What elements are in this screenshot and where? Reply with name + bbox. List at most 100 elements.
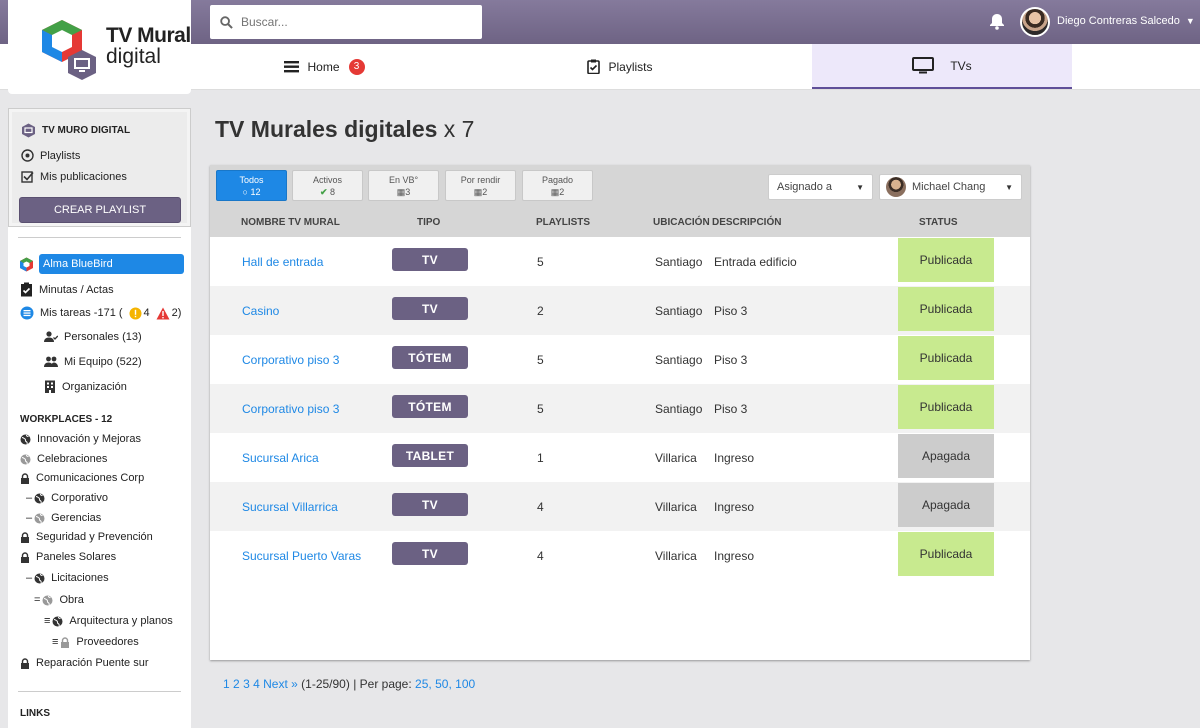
user-check-icon	[44, 331, 58, 342]
tv-hex-icon	[22, 123, 35, 138]
globe-icon	[52, 616, 63, 627]
tv-name-link[interactable]: Corporativo piso 3	[242, 335, 339, 384]
logo-subtitle: digital	[106, 45, 161, 68]
building-icon	[45, 380, 55, 393]
page-link-3[interactable]: 3	[243, 677, 250, 691]
user-select[interactable]: Michael Chang ▼	[879, 174, 1022, 200]
col-header-ubicacion[interactable]: UBICACIÓN	[653, 217, 710, 228]
filter-todos[interactable]: Todos ○ 12	[216, 170, 287, 201]
col-header-nombre[interactable]: NOMBRE TV MURAL	[241, 217, 340, 228]
playlists-count: 5	[537, 352, 544, 367]
search-box[interactable]	[210, 5, 482, 39]
tareas-warn-count: 4	[143, 307, 150, 319]
sidebar-item-mi-equipo[interactable]: Mi Equipo (522)	[44, 356, 142, 368]
tv-name-link[interactable]: Sucursal Villarrica	[242, 482, 338, 531]
page-link-2[interactable]: 2	[233, 677, 240, 691]
sidebar-item-label: Mis tareas -171 (	[40, 307, 123, 319]
home-count-badge: 3	[347, 57, 366, 76]
user-menu[interactable]: Diego Contreras Salcedo ▼	[1057, 15, 1195, 27]
sidebar-item-personales[interactable]: Personales (13)	[44, 331, 142, 343]
search-input[interactable]	[241, 15, 461, 29]
filter-activos[interactable]: Activos ✔ 8	[292, 170, 363, 201]
filter-por-rendir[interactable]: Por rendir ▦2	[445, 170, 516, 201]
filter-en-vb[interactable]: En VB° ▦3	[368, 170, 439, 201]
table-row[interactable]: Casino TV 2 Santiago Piso 3 Publicada	[210, 286, 1030, 335]
users-icon	[44, 356, 58, 367]
sidebar-item-publicaciones[interactable]: Mis publicaciones	[21, 170, 127, 183]
app-logo[interactable]: TV Mural digital	[8, 0, 191, 94]
sidebar-item-workplace[interactable]: Seguridad y Prevención	[20, 531, 153, 543]
assigned-to-select[interactable]: Asignado a ▼	[768, 174, 873, 200]
sidebar-item-workplace[interactable]: Paneles Solares	[20, 551, 116, 563]
status-badge[interactable]: Apagada	[898, 483, 994, 527]
col-header-status[interactable]: STATUS	[919, 217, 958, 228]
per-page-100[interactable]: 100	[455, 677, 475, 691]
table-row[interactable]: Corporativo piso 3 TÓTEM 5 Santiago Piso 3 Pu…	[210, 384, 1030, 433]
calendar-icon: ▦	[396, 187, 406, 197]
filter-pagado[interactable]: Pagado ▦2	[522, 170, 593, 201]
col-header-playlists[interactable]: PLAYLISTS	[536, 217, 590, 228]
table-row[interactable]: Hall de entrada TV 5 Santiago Entrada edific…	[210, 237, 1030, 286]
sidebar-item-workplace[interactable]: = Obra	[34, 594, 84, 606]
page-link-4[interactable]: 4	[253, 677, 260, 691]
table-row[interactable]: Corporativo piso 3 TÓTEM 5 Santiago Piso 3 Pu…	[210, 335, 1030, 384]
tv-name-link[interactable]: Hall de entrada	[242, 237, 323, 286]
sidebar-item-workplace[interactable]: Celebraciones	[20, 453, 107, 465]
sidebar-item-tareas[interactable]: Mis tareas -171 ( 4 2)	[20, 306, 181, 320]
tab-playlists[interactable]: Playlists	[500, 44, 740, 89]
playlists-count: 2	[537, 303, 544, 318]
table-row[interactable]: Sucursal Villarrica TV 4 Villarica Ingreso Ap…	[210, 482, 1030, 531]
monitor-icon	[912, 57, 935, 74]
status-badge[interactable]: Publicada	[898, 532, 994, 576]
sidebar-item-playlists[interactable]: Playlists	[21, 149, 80, 162]
status-badge[interactable]: Publicada	[898, 238, 994, 282]
next-page-link[interactable]: Next »	[263, 677, 298, 691]
ubicacion-cell: Villarica	[655, 499, 697, 514]
sidebar-item-workplace[interactable]: Comunicaciones Corp	[20, 472, 144, 484]
crear-playlist-button[interactable]: CREAR PLAYLIST	[19, 197, 181, 223]
filter-count: ✔ 8	[293, 186, 362, 198]
page-link-1[interactable]: 1	[223, 677, 230, 691]
ubicacion-cell: Santiago	[655, 352, 703, 367]
tab-tvs[interactable]: TVs	[812, 44, 1072, 89]
sidebar-item-label: Personales (13)	[64, 331, 142, 343]
lock-icon	[20, 551, 30, 563]
sidebar-item-workplace[interactable]: Innovación y Mejoras	[20, 433, 141, 445]
sidebar-item-workplace[interactable]: – Gerencias	[26, 512, 101, 524]
bell-icon[interactable]	[988, 12, 1006, 30]
per-page-50[interactable]: 50	[435, 677, 448, 691]
table-row[interactable]: Sucursal Arica TABLET 1 Villarica Ingreso Apa…	[210, 433, 1030, 482]
col-header-descripcion[interactable]: DESCRIPCIÓN	[712, 217, 781, 228]
user-avatar[interactable]	[1020, 7, 1050, 37]
ubicacion-cell: Villarica	[655, 450, 697, 465]
tv-name-link[interactable]: Sucursal Puerto Varas	[242, 531, 361, 580]
tv-name-link[interactable]: Casino	[242, 286, 279, 335]
tv-name-link[interactable]: Sucursal Arica	[242, 433, 319, 482]
sidebar-item-workplace[interactable]: ≡ Arquitectura y planos	[44, 615, 173, 627]
sidebar-item-label: Celebraciones	[37, 453, 108, 465]
tv-name-link[interactable]: Corporativo piso 3	[242, 384, 339, 433]
col-header-tipo[interactable]: TIPO	[417, 217, 440, 228]
tab-home[interactable]: Home 3	[210, 44, 440, 89]
status-badge[interactable]: Apagada	[898, 434, 994, 478]
sidebar-item-minutas[interactable]: Minutas / Actas	[20, 282, 114, 297]
filter-label: Por rendir	[460, 175, 501, 185]
status-badge[interactable]: Publicada	[898, 287, 994, 331]
status-badge[interactable]: Publicada	[898, 336, 994, 380]
table-row[interactable]: Sucursal Puerto Varas TV 4 Villarica Ingreso…	[210, 531, 1030, 580]
sidebar-item-org[interactable]: Alma BlueBird	[39, 254, 184, 274]
globe-icon	[34, 513, 45, 524]
status-badge[interactable]: Publicada	[898, 385, 994, 429]
sidebar-item-label: Proveedores	[76, 636, 139, 648]
playlists-count: 5	[537, 254, 544, 269]
sidebar-item-workplace[interactable]: ≡ Proveedores	[52, 636, 139, 648]
sidebar-item-workplace[interactable]: – Licitaciones	[26, 572, 109, 584]
sidebar-item-workplace[interactable]: Reparación Puente sur	[20, 657, 149, 669]
per-page-25[interactable]: 25	[415, 677, 428, 691]
descripcion-cell: Piso 3	[714, 352, 748, 367]
sidebar-item-organizacion[interactable]: Organización	[44, 380, 127, 393]
sidebar-item-workplace[interactable]: – Corporativo	[26, 492, 108, 504]
search-icon	[220, 15, 233, 29]
tab-playlists-label: Playlists	[608, 59, 653, 74]
page-title-count: x 7	[443, 116, 475, 142]
